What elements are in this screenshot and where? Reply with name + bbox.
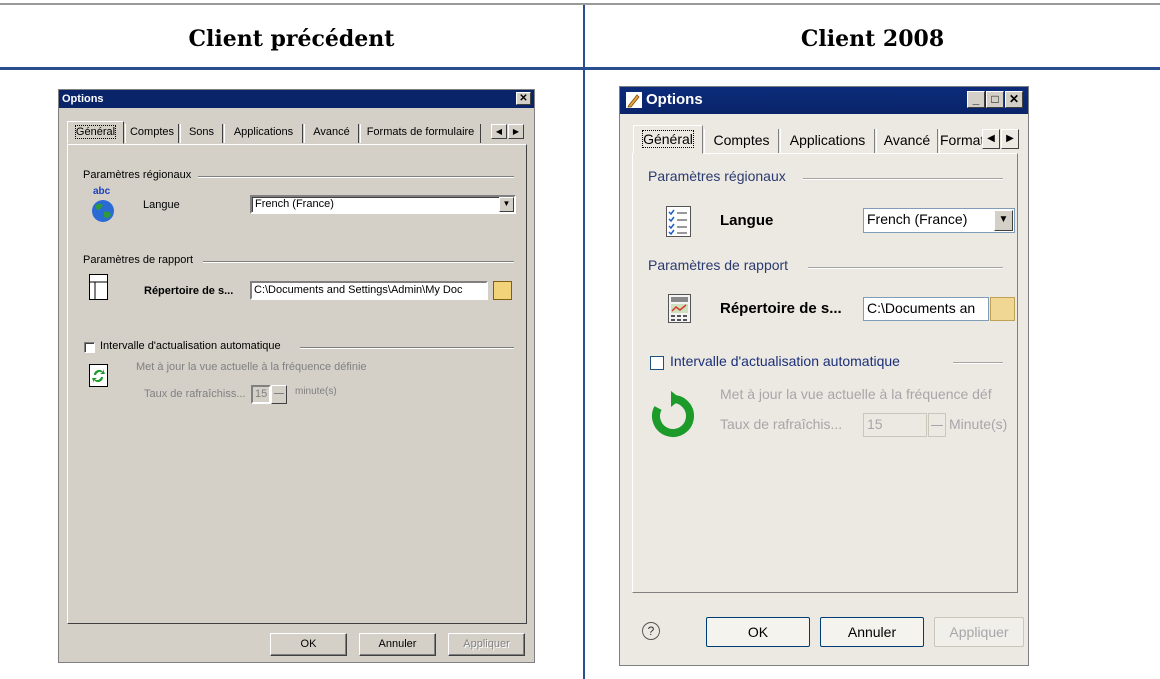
old-refresh-rule xyxy=(300,347,514,349)
new-refresh-description: Met à jour la vue actuelle à la fréquenc… xyxy=(720,386,992,402)
header-divider xyxy=(0,67,1160,70)
old-title-text: Options xyxy=(62,93,104,105)
new-report-dir-label: Répertoire de s... xyxy=(720,300,842,317)
new-auto-refresh-label: Intervalle d'actualisation automatique xyxy=(670,353,904,369)
old-tab-applications[interactable]: Applications xyxy=(224,124,303,143)
old-apply-button[interactable]: Appliquer xyxy=(448,633,525,656)
new-language-label: Langue xyxy=(720,212,774,229)
new-maximize-button[interactable]: □ xyxy=(986,91,1004,108)
new-apply-button[interactable]: Appliquer xyxy=(934,617,1024,647)
new-tab-scroll-right[interactable]: ▶ xyxy=(1001,129,1019,149)
new-language-select[interactable]: French (France) ▼ xyxy=(863,208,1015,233)
folder-icon[interactable] xyxy=(493,281,512,300)
old-auto-refresh-checkbox[interactable] xyxy=(84,342,95,353)
new-options-dialog: Options _ □ ✕ Général Comptes Applicatio… xyxy=(619,86,1029,666)
new-report-dir-input[interactable]: C:\Documents an xyxy=(863,297,989,321)
chevron-down-icon[interactable]: ▼ xyxy=(994,210,1013,231)
old-title-bar[interactable]: Options ✕ xyxy=(59,90,534,108)
new-refresh-rate-label: Taux de rafraîchis... xyxy=(720,416,843,432)
new-report-group-label: Paramètres de rapport xyxy=(648,257,793,273)
new-regional-rule xyxy=(803,178,1003,180)
report-icon xyxy=(668,294,691,323)
old-language-select[interactable]: French (France) ▼ xyxy=(250,195,516,214)
globe-icon: abc xyxy=(89,186,119,222)
old-tab-general[interactable]: Général xyxy=(67,121,124,144)
new-title-bar[interactable]: Options _ □ ✕ xyxy=(620,87,1028,114)
new-cancel-button[interactable]: Annuler xyxy=(820,617,924,647)
new-auto-refresh-checkbox[interactable] xyxy=(650,356,664,370)
old-refresh-rate-input[interactable]: 15 xyxy=(251,385,271,404)
new-tab-panel: Paramètres régionaux Langue French (Fran… xyxy=(632,153,1018,593)
new-tab-applications[interactable]: Applications xyxy=(780,129,875,153)
new-regional-group-label: Paramètres régionaux xyxy=(648,168,790,184)
new-tab-scroll-left[interactable]: ◀ xyxy=(982,129,1000,149)
old-regional-rule xyxy=(198,176,514,178)
old-auto-refresh-label: Intervalle d'actualisation automatique xyxy=(100,340,284,352)
old-refresh-rate-spinner[interactable] xyxy=(271,385,287,404)
document-icon xyxy=(89,274,108,300)
old-tab-panel: Paramètres régionaux abc Langue French (… xyxy=(67,144,527,624)
old-report-dir-label: Répertoire de s... xyxy=(144,285,234,297)
old-ok-button[interactable]: OK xyxy=(270,633,347,656)
header-previous-client: Client précédent xyxy=(188,26,395,52)
help-icon[interactable]: ? xyxy=(642,622,660,640)
old-report-rule xyxy=(203,261,514,263)
old-options-dialog: Options ✕ Général Comptes Sons Applicati… xyxy=(58,89,535,663)
old-regional-group-label: Paramètres régionaux xyxy=(83,169,195,181)
header-client-2008: Client 2008 xyxy=(800,26,945,52)
new-tab-accounts[interactable]: Comptes xyxy=(704,129,779,153)
checklist-icon xyxy=(666,206,691,237)
old-close-button[interactable]: ✕ xyxy=(516,92,531,105)
old-language-label: Langue xyxy=(143,199,180,211)
folder-icon[interactable] xyxy=(990,297,1015,321)
old-tab-accounts[interactable]: Comptes xyxy=(125,124,179,143)
old-tab-sounds[interactable]: Sons xyxy=(180,124,223,143)
new-close-button[interactable]: ✕ xyxy=(1005,91,1023,108)
new-refresh-unit: Minute(s) xyxy=(949,416,1008,432)
chevron-down-icon[interactable]: ▼ xyxy=(499,197,514,212)
new-refresh-rate-spinner[interactable] xyxy=(928,413,946,437)
table-top-rule xyxy=(0,3,1160,5)
old-refresh-description: Met à jour la vue actuelle à la fréquenc… xyxy=(136,361,367,373)
old-tab-form-formats[interactable]: Formats de formulaire xyxy=(360,124,481,143)
column-divider xyxy=(583,5,585,679)
new-tab-advanced[interactable]: Avancé xyxy=(876,129,938,153)
old-tab-scroll-left[interactable]: ◀ xyxy=(491,124,507,139)
old-report-dir-input[interactable]: C:\Documents and Settings\Admin\My Doc xyxy=(250,281,488,300)
refresh-icon xyxy=(89,364,108,387)
new-ok-button[interactable]: OK xyxy=(706,617,810,647)
new-refresh-rule xyxy=(953,362,1003,364)
new-tab-formats[interactable]: Format: xyxy=(939,129,983,153)
old-tab-scroll-right[interactable]: ▶ xyxy=(508,124,524,139)
new-report-rule xyxy=(808,267,1003,269)
new-minimize-button[interactable]: _ xyxy=(967,91,985,108)
new-refresh-rate-input[interactable]: 15 xyxy=(863,413,927,437)
new-tab-general[interactable]: Général xyxy=(633,125,703,154)
pencil-icon xyxy=(626,92,642,108)
refresh-icon xyxy=(652,391,694,437)
old-tab-advanced[interactable]: Avancé xyxy=(304,124,359,143)
new-title-text: Options xyxy=(646,91,703,108)
old-report-group-label: Paramètres de rapport xyxy=(83,254,197,266)
old-refresh-unit: minute(s) xyxy=(295,386,337,397)
old-refresh-rate-label: Taux de rafraîchiss... xyxy=(144,388,246,400)
old-cancel-button[interactable]: Annuler xyxy=(359,633,436,656)
